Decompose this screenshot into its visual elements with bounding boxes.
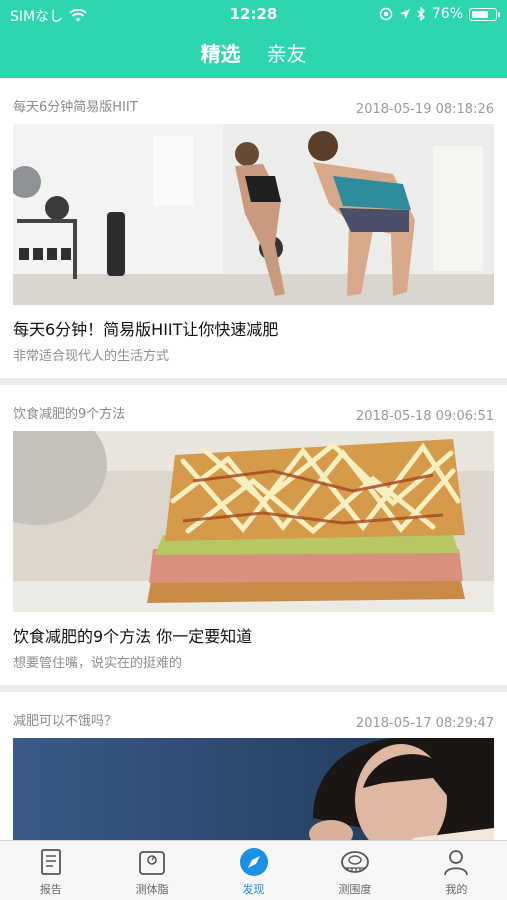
bottom-tab-bar: 报告 测体脂 发现 测围度 我的: [0, 840, 507, 900]
tab-label: 发现: [242, 883, 265, 896]
article-date: 2018-05-18 09:06:51: [355, 409, 494, 424]
tab-featured[interactable]: 精选: [196, 38, 245, 81]
tab-body-fat[interactable]: 测体脂: [101, 841, 202, 900]
location-icon: [399, 9, 410, 19]
tab-label: 报告: [39, 883, 62, 896]
tab-report[interactable]: 报告: [0, 841, 101, 900]
tape-measure-icon: [341, 851, 369, 873]
report-icon: [40, 849, 61, 875]
compass-icon: [239, 848, 268, 876]
top-tabs: 精选 亲友: [0, 38, 507, 81]
article-category: 减肥可以不饿吗？: [13, 714, 118, 729]
article-subtitle: 想要管住嘴，说实在的挺难的: [13, 656, 183, 671]
tab-discover[interactable]: 发现: [203, 841, 304, 900]
article-subtitle: 非常适合现代人的生活方式: [13, 349, 170, 364]
sandwich-photo[interactable]: [13, 431, 494, 612]
tab-label: 测体脂: [135, 883, 169, 896]
article-date: 2018-05-17 08:29:47: [355, 716, 494, 731]
fitness-workout-photo[interactable]: [13, 124, 494, 305]
tab-profile[interactable]: 我的: [406, 841, 507, 900]
article-card[interactable]: 减肥可以不饿吗？ 2018-05-17 08:29:47: [0, 692, 507, 840]
battery-percent: 76%: [431, 6, 463, 22]
scale-icon: [139, 851, 166, 875]
woman-portrait-photo[interactable]: [13, 738, 494, 840]
article-title: 饮食减肥的9个方法 你一定要知道: [13, 627, 253, 646]
tab-friends[interactable]: 亲友: [267, 38, 307, 81]
bluetooth-icon: [417, 7, 425, 21]
tab-label: 测围度: [338, 883, 372, 896]
battery-icon: [469, 7, 500, 21]
profile-icon: [444, 850, 469, 876]
article-category: 每天6分钟简易版HIIT: [13, 100, 138, 115]
article-card[interactable]: 每天6分钟简易版HIIT 2018-05-19 08:18:26 每天6分钟！简…: [0, 78, 507, 378]
header: SIMなし 12:28 76% 精选 亲友: [0, 0, 507, 81]
tab-label: 我的: [445, 883, 468, 896]
article-feed[interactable]: 每天6分钟简易版HIIT 2018-05-19 08:18:26 每天6分钟！简…: [0, 78, 507, 840]
article-date: 2018-05-19 08:18:26: [355, 102, 494, 117]
article-card[interactable]: 饮食减肥的9个方法 2018-05-18 09:06:51 饮食减肥的9个方法 …: [0, 385, 507, 685]
status-bar: SIMなし 12:28 76%: [0, 0, 507, 28]
article-title: 每天6分钟！简易版HIIT让你快速减肥: [13, 320, 279, 339]
article-category: 饮食减肥的9个方法: [13, 407, 126, 422]
tab-girth[interactable]: 测围度: [304, 841, 405, 900]
orientation-lock-icon: [379, 7, 393, 21]
